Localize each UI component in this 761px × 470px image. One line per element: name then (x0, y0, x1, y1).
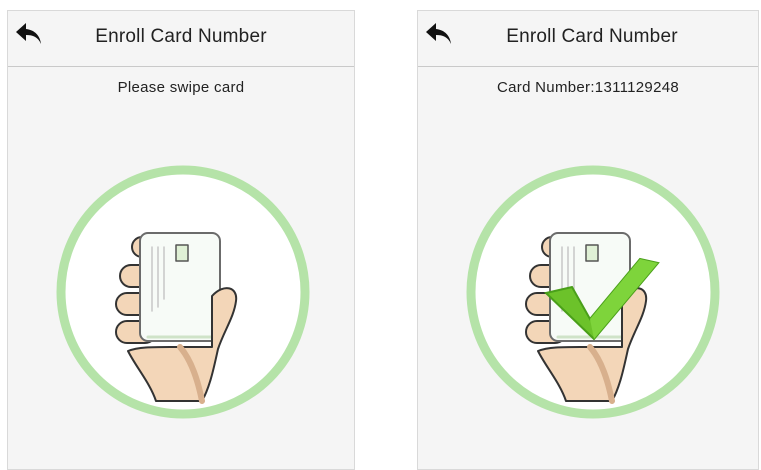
hand-holding-card-icon (462, 161, 724, 423)
header-bar: Enroll Card Number (418, 11, 758, 67)
hand-holding-card-icon (52, 161, 314, 423)
enroll-card-screen-waiting: Enroll Card Number Please swipe card (7, 10, 355, 470)
header-bar: Enroll Card Number (8, 11, 354, 67)
swipe-card-prompt: Please swipe card (117, 79, 245, 96)
page-title: Enroll Card Number (506, 26, 678, 47)
card-number-text: Card Number:1311129248 (497, 79, 679, 96)
page-title: Enroll Card Number (95, 26, 267, 47)
enroll-card-screen-success: Enroll Card Number Card Number:131112924… (417, 10, 759, 470)
